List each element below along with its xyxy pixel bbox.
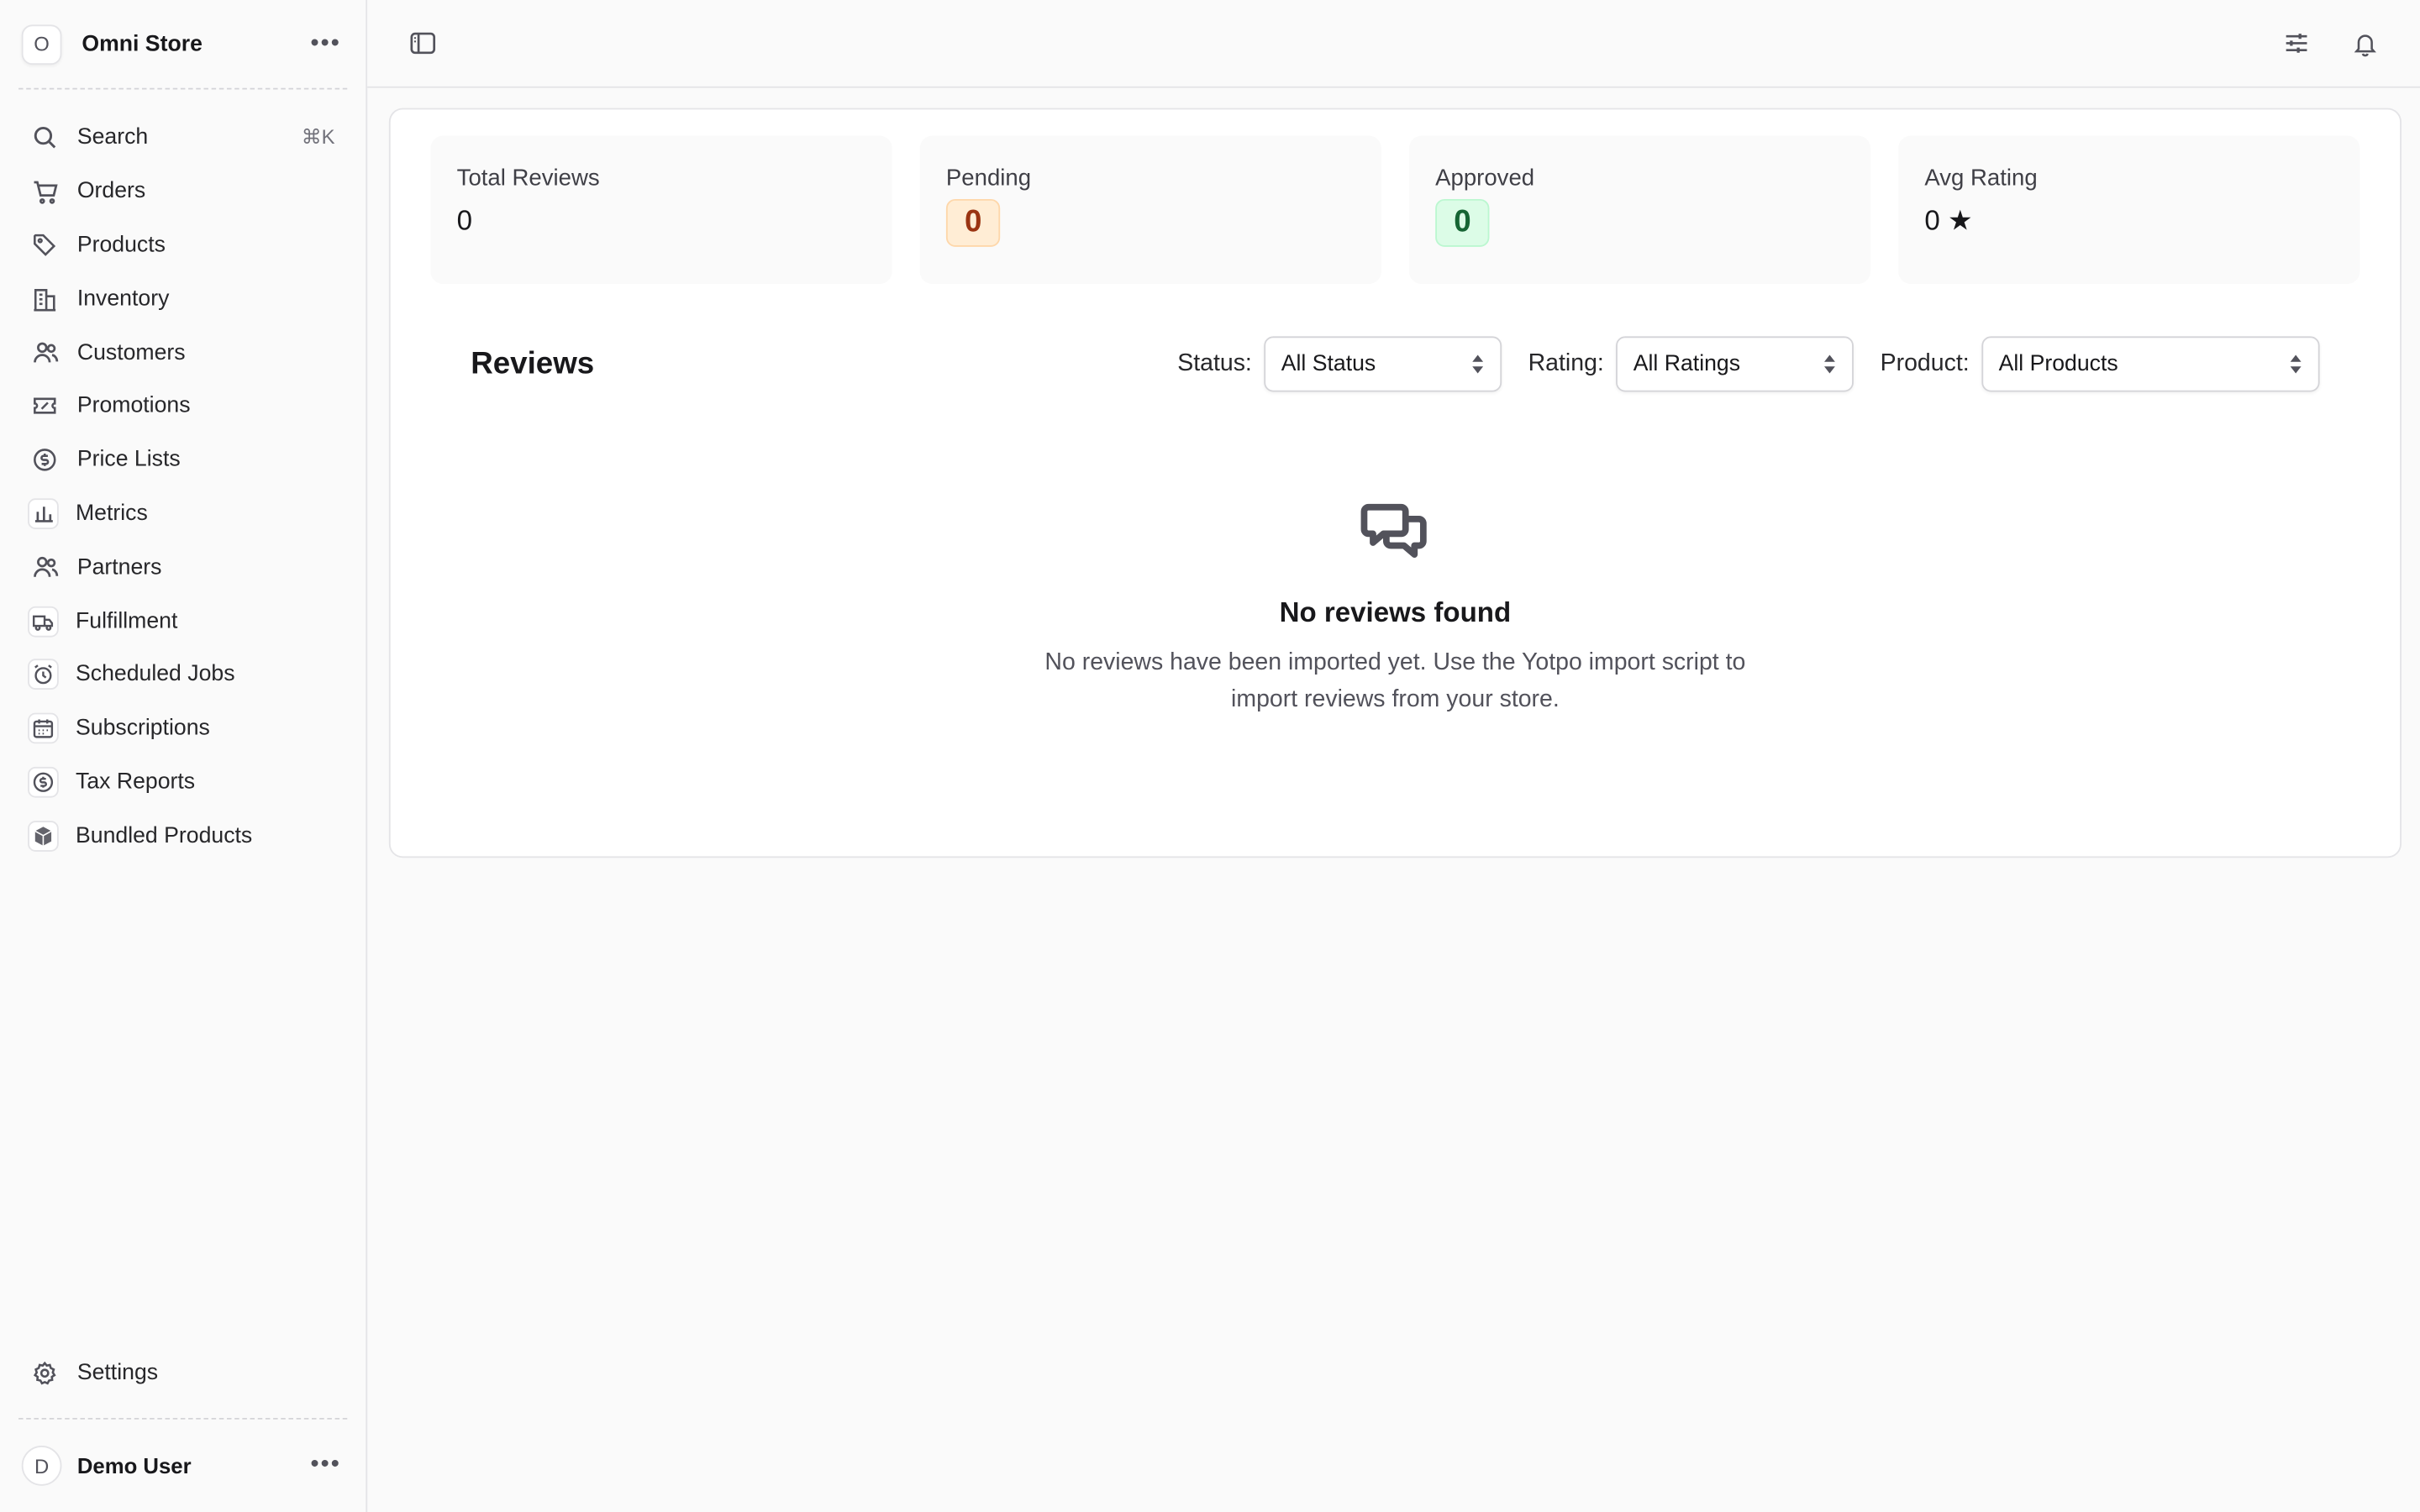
- sidebar-item-label: Settings: [76, 1360, 159, 1385]
- product-select[interactable]: All Products: [1981, 336, 2320, 392]
- sidebar: O Omni Store ••• Search ⌘K Orders Produc…: [0, 0, 368, 1512]
- sidebar-item-settings[interactable]: Settings: [0, 1346, 366, 1399]
- status-select[interactable]: All Status: [1264, 336, 1502, 392]
- sidebar-item-products[interactable]: Products: [0, 218, 366, 272]
- reviews-header: Reviews Status: All Status Rating: All R…: [430, 336, 2360, 392]
- sidebar-item-inventory[interactable]: Inventory: [0, 272, 366, 326]
- dollar-circle-icon: [31, 446, 59, 474]
- store-avatar: O: [21, 24, 62, 65]
- empty-description-line: import reviews from your store.: [1231, 686, 1560, 713]
- sidebar-item-promotions[interactable]: Promotions: [0, 380, 366, 433]
- user-more-icon[interactable]: •••: [308, 1452, 345, 1479]
- stat-card-approved: Approved 0: [1408, 135, 1871, 284]
- stat-card-pending: Pending 0: [919, 135, 1381, 284]
- user-menu[interactable]: D Demo User •••: [0, 1420, 366, 1512]
- topbar: [367, 0, 2420, 88]
- calendar-icon: [28, 712, 59, 744]
- store-name: Omni Store: [82, 31, 203, 57]
- chat-bubbles-icon: [1360, 496, 1430, 575]
- rating-select[interactable]: All Ratings: [1616, 336, 1854, 392]
- sidebar-item-search[interactable]: Search ⌘K: [0, 111, 366, 165]
- reviews-panel: Total Reviews 0 Pending 0 Approved 0 Avg…: [388, 108, 2402, 858]
- stat-label: Pending: [945, 165, 1032, 192]
- select-value: All Products: [1998, 351, 2118, 377]
- empty-description-line: No reviews have been imported yet. Use t…: [1044, 649, 1746, 676]
- users-icon: [31, 339, 59, 366]
- sidebar-item-label: Promotions: [76, 394, 191, 419]
- sidebar-item-label: Price Lists: [76, 447, 181, 473]
- bar-chart-icon: [28, 498, 59, 529]
- sidebar-item-label: Customers: [76, 340, 186, 365]
- rating-filter: Rating: All Ratings: [1528, 336, 1854, 392]
- ticket-icon: [31, 392, 59, 420]
- sidebar-item-label: Tax Reports: [75, 769, 196, 795]
- stat-label: Total Reviews: [456, 165, 600, 192]
- stat-label: Approved: [1435, 165, 1535, 192]
- sidebar-item-label: Subscriptions: [75, 716, 210, 741]
- sidebar-item-label: Products: [76, 233, 166, 258]
- filter-label: Rating:: [1528, 349, 1604, 377]
- sidebar-item-label: Search: [76, 125, 149, 150]
- search-icon: [31, 124, 59, 152]
- sidebar-item-fulfillment[interactable]: Fulfillment: [0, 594, 366, 648]
- store-more-icon[interactable]: •••: [308, 30, 345, 58]
- store-switcher[interactable]: O Omni Store •••: [0, 0, 366, 88]
- alarm-clock-icon: [28, 659, 59, 690]
- empty-state: No reviews found No reviews have been im…: [430, 496, 2360, 718]
- main-content: Total Reviews 0 Pending 0 Approved 0 Avg…: [367, 0, 2420, 1512]
- sidebar-item-subscriptions[interactable]: Subscriptions: [0, 701, 366, 755]
- cube-icon: [28, 820, 59, 852]
- dollar-circle-icon: [28, 766, 59, 798]
- avatar: D: [21, 1446, 62, 1486]
- sidebar-item-metrics[interactable]: Metrics: [0, 487, 366, 541]
- select-value: All Ratings: [1633, 351, 1741, 377]
- sidebar-item-label: Scheduled Jobs: [75, 662, 235, 688]
- sidebar-item-partners[interactable]: Partners: [0, 541, 366, 595]
- sidebar-item-customers[interactable]: Customers: [0, 326, 366, 380]
- truck-icon: [28, 606, 59, 637]
- users-icon: [31, 554, 59, 581]
- building-icon: [31, 285, 59, 312]
- filter-label: Status:: [1177, 349, 1252, 377]
- stat-card-avg-rating: Avg Rating 0 ★: [1898, 135, 2360, 284]
- sidebar-item-label: Bundled Products: [75, 823, 253, 848]
- sidebar-item-label: Fulfillment: [75, 608, 178, 634]
- sidebar-item-orders[interactable]: Orders: [0, 165, 366, 218]
- sidebar-item-label: Metrics: [75, 501, 148, 527]
- bell-icon[interactable]: [2339, 18, 2389, 68]
- stat-value: 0: [456, 205, 473, 237]
- stat-card-total: Total Reviews 0: [430, 135, 892, 284]
- chevron-updown-icon: [1823, 354, 1838, 375]
- sidebar-item-scheduled-jobs[interactable]: Scheduled Jobs: [0, 648, 366, 701]
- sidebar-toggle-icon[interactable]: [398, 18, 448, 68]
- sidebar-item-bundled-products[interactable]: Bundled Products: [0, 809, 366, 863]
- cart-icon: [31, 178, 59, 206]
- sidebar-item-label: Orders: [76, 179, 146, 204]
- filter-label: Product:: [1880, 349, 1970, 377]
- stat-value: 0 ★: [1924, 205, 1973, 237]
- empty-title: No reviews found: [1279, 596, 1512, 628]
- chevron-updown-icon: [1471, 354, 1486, 375]
- sidebar-nav: Search ⌘K Orders Products Inventory Cust…: [0, 90, 366, 863]
- gear-icon: [31, 1358, 59, 1386]
- status-badge: 0: [945, 198, 1001, 247]
- status-filter: Status: All Status: [1177, 336, 1502, 392]
- sliders-icon[interactable]: [2272, 18, 2322, 68]
- product-filter: Product: All Products: [1880, 336, 2320, 392]
- search-shortcut: ⌘K: [301, 125, 335, 150]
- empty-description: No reviews have been imported yet. Use t…: [1009, 645, 1781, 719]
- select-value: All Status: [1281, 351, 1376, 377]
- sidebar-item-tax-reports[interactable]: Tax Reports: [0, 755, 366, 809]
- tag-icon: [31, 231, 59, 259]
- status-badge: 0: [1435, 198, 1490, 247]
- stat-label: Avg Rating: [1924, 165, 2038, 192]
- sidebar-item-label: Partners: [76, 554, 162, 580]
- sidebar-item-label: Inventory: [76, 286, 170, 312]
- chevron-updown-icon: [2289, 354, 2303, 375]
- stats-row: Total Reviews 0 Pending 0 Approved 0 Avg…: [430, 135, 2360, 284]
- user-name: Demo User: [76, 1453, 192, 1478]
- sidebar-item-price-lists[interactable]: Price Lists: [0, 433, 366, 487]
- page-title: Reviews: [471, 346, 595, 381]
